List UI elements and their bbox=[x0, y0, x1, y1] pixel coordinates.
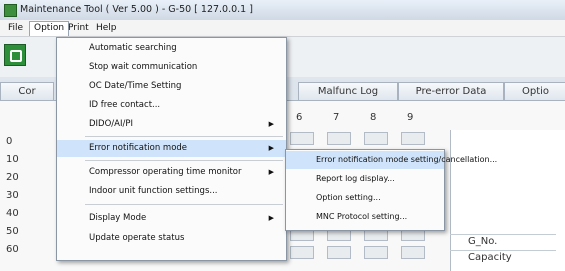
submenu-item-option-setting[interactable]: Option setting... bbox=[286, 189, 444, 207]
submenu-item-report-log-display[interactable]: Report log display... bbox=[286, 170, 444, 188]
menu-item-dido-ai-pi[interactable]: DIDO/AI/PI ▶ bbox=[57, 116, 286, 133]
menu-item-stop-wait-communication[interactable]: Stop wait communication bbox=[57, 59, 286, 76]
submenu-item-error-notification-setting[interactable]: Error notification mode setting/cancella… bbox=[286, 151, 497, 169]
menu-help[interactable]: Help bbox=[92, 22, 121, 34]
menu-item-update-operate-status[interactable]: Update operate status bbox=[57, 230, 286, 247]
tab-malfunc-log[interactable]: Malfunc Log bbox=[298, 82, 398, 100]
grid-cell[interactable] bbox=[327, 246, 351, 259]
menu-separator bbox=[85, 204, 283, 205]
grid-cell[interactable] bbox=[364, 132, 388, 145]
row-label: 60 bbox=[6, 244, 19, 255]
tab-cor[interactable]: Cor bbox=[0, 82, 54, 100]
row-label: 10 bbox=[6, 154, 19, 165]
menu-item-automatic-searching[interactable]: Automatic searching bbox=[57, 40, 286, 57]
window-titlebar: Maintenance Tool ( Ver 5.00 ) - G-50 [ 1… bbox=[0, 0, 565, 21]
row-label: 20 bbox=[6, 172, 19, 183]
menu-item-id-free-contact[interactable]: ID free contact... bbox=[57, 97, 286, 114]
column-header: 6 bbox=[296, 112, 303, 123]
row-label: 50 bbox=[6, 226, 19, 237]
column-header: 7 bbox=[333, 112, 340, 123]
side-row-g-no: G_No. bbox=[450, 234, 556, 249]
triangle-right-icon: ▶ bbox=[268, 214, 274, 222]
menu-item-error-notification-mode[interactable]: Error notification mode ▶ bbox=[57, 140, 286, 157]
triangle-right-icon: ▶ bbox=[268, 120, 274, 128]
menu-item-display-mode[interactable]: Display Mode ▶ bbox=[57, 210, 286, 227]
menu-item-oc-date-time-setting[interactable]: OC Date/Time Setting bbox=[57, 78, 286, 95]
grid-cell[interactable] bbox=[401, 132, 425, 145]
tab-pre-error-data[interactable]: Pre-error Data bbox=[398, 82, 504, 100]
menu-item-compressor-operating-time-monitor[interactable]: Compressor operating time monitor ▶ bbox=[57, 164, 286, 181]
menu-bar: File Option Print Help bbox=[0, 20, 565, 37]
row-label: 40 bbox=[6, 208, 19, 219]
row-label: 0 bbox=[6, 136, 13, 147]
grid-cell[interactable] bbox=[327, 132, 351, 145]
menu-file[interactable]: File bbox=[4, 22, 27, 34]
grid-cell[interactable] bbox=[290, 246, 314, 259]
column-header: 8 bbox=[370, 112, 377, 123]
grid-cell[interactable] bbox=[290, 132, 314, 145]
submenu-item-mnc-protocol-setting[interactable]: MNC Protocol setting... bbox=[286, 208, 444, 226]
menu-separator bbox=[85, 136, 283, 137]
grid-cell[interactable] bbox=[401, 246, 425, 259]
triangle-right-icon: ▶ bbox=[268, 168, 274, 176]
triangle-right-icon: ▶ bbox=[268, 144, 274, 152]
menu-print[interactable]: Print bbox=[64, 22, 93, 34]
option-menu: Automatic searching Stop wait communicat… bbox=[56, 37, 287, 261]
menu-separator bbox=[85, 160, 283, 161]
refresh-icon[interactable] bbox=[4, 44, 26, 66]
error-notification-submenu: Error notification mode setting/cancella… bbox=[285, 149, 497, 231]
tab-option[interactable]: Optio bbox=[504, 82, 565, 100]
grid-cell[interactable] bbox=[364, 246, 388, 259]
maintenance-tool-icon bbox=[4, 4, 17, 17]
column-header: 9 bbox=[407, 112, 414, 123]
menu-item-indoor-unit-function-settings[interactable]: Indoor unit function settings... bbox=[57, 183, 286, 200]
side-row-capacity: Capacity bbox=[450, 250, 556, 265]
window-title: Maintenance Tool ( Ver 5.00 ) - G-50 [ 1… bbox=[20, 4, 253, 15]
row-label: 30 bbox=[6, 190, 19, 201]
